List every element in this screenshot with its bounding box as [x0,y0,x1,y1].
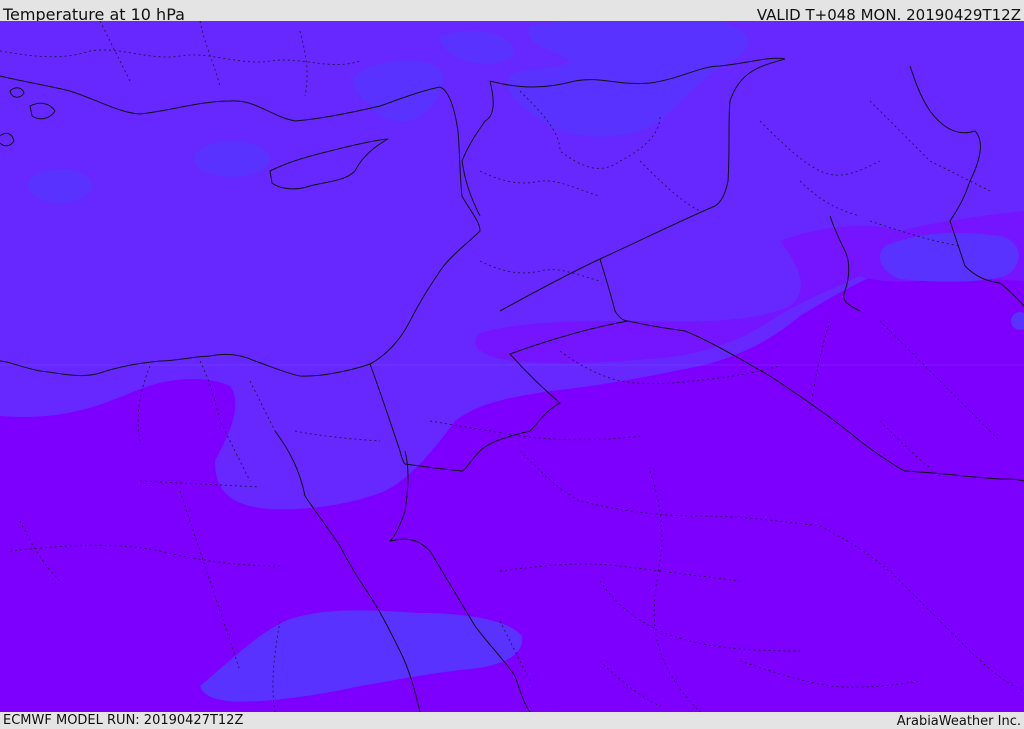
weather-map-page: Temperature at 10 hPa VALID T+048 MON. 2… [0,0,1024,729]
cool-lobe-gulf [880,233,1019,282]
map-header: Temperature at 10 hPa VALID T+048 MON. 2… [0,0,1024,24]
cool-lobe-aegean [28,169,92,203]
temperature-map[interactable] [0,21,1024,712]
credit: ArabiaWeather Inc. [896,714,1021,729]
map-footer: ECMWF MODEL RUN: 20190427T12Z ArabiaWeat… [0,712,1024,729]
map-canvas [0,21,1024,712]
cool-lobe-cyprus [194,141,270,177]
model-run: ECMWF MODEL RUN: 20190427T12Z [3,713,244,728]
